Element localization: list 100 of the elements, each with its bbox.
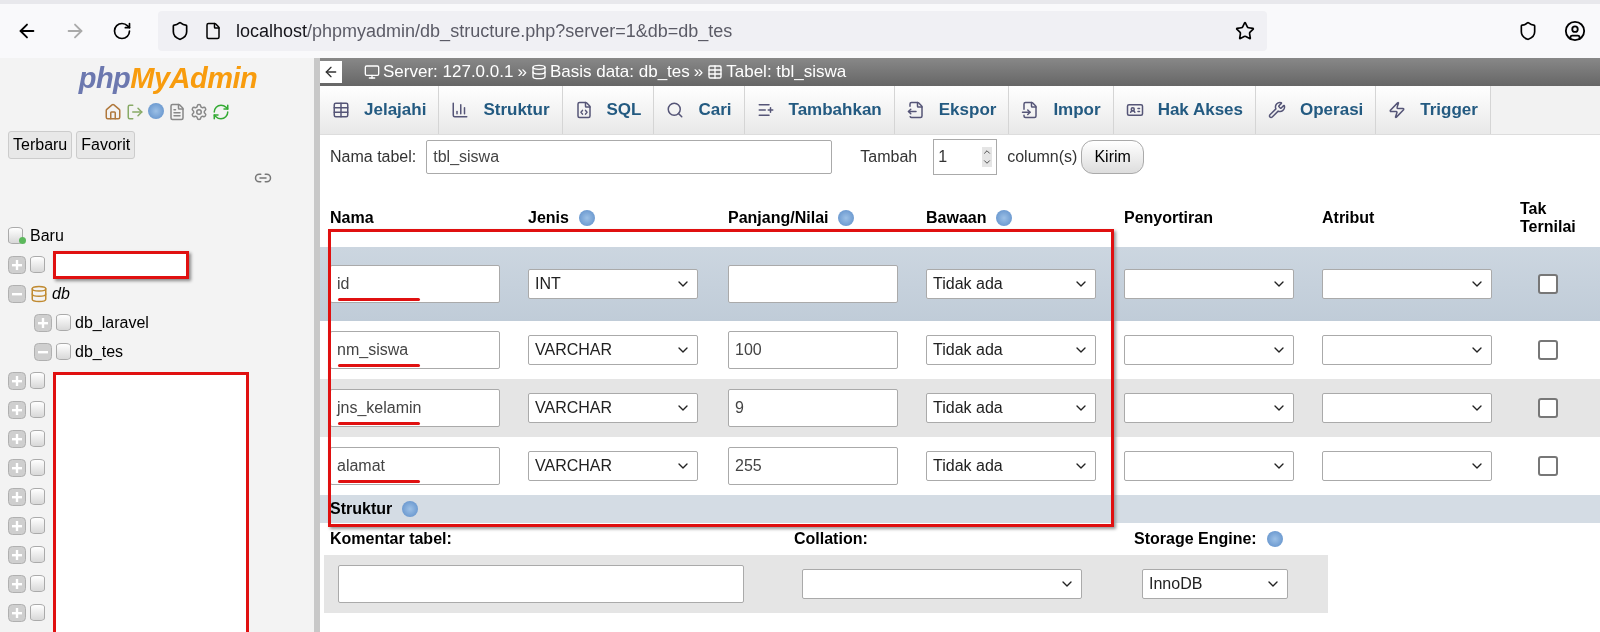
column-count-field[interactable]: 1 (933, 139, 998, 175)
column-header: Tak Ternilai (1520, 200, 1577, 236)
breadcrumb-link[interactable]: Basis data: db_tes (549, 62, 690, 82)
settings-icon[interactable] (190, 103, 208, 121)
tab[interactable]: SQL (562, 86, 655, 134)
type-select[interactable]: VARCHAR (528, 451, 698, 481)
tab[interactable]: Trigger (1376, 86, 1491, 134)
field-label: Collation: (794, 530, 869, 548)
default-select[interactable]: Tidak ada (926, 393, 1096, 423)
expand-toggle-icon[interactable] (8, 458, 26, 477)
collation-select[interactable] (1124, 269, 1294, 299)
column-name-field[interactable]: alamat (330, 447, 500, 485)
spin-up-icon[interactable] (982, 147, 993, 157)
type-select[interactable]: VARCHAR (528, 393, 698, 423)
default-select[interactable]: Tidak ada (926, 269, 1096, 299)
tab[interactable]: Ekspor (894, 86, 1010, 134)
tab[interactable]: Jelajahi (320, 86, 440, 134)
collapse-toggle-icon[interactable] (8, 284, 26, 303)
reload-icon[interactable] (112, 21, 132, 41)
address-bar[interactable]: localhost/phpmyadmin/db_structure.php?server=1&db=db_tes (158, 11, 1267, 51)
table-name-field[interactable]: tbl_siswa (426, 140, 833, 174)
collapse-toggle-icon[interactable] (34, 342, 52, 361)
attribute-select[interactable] (1322, 335, 1492, 365)
plus-dot-icon (19, 237, 26, 244)
length-field[interactable]: 255 (728, 447, 898, 485)
sidebar-button[interactable]: Terbaru (8, 131, 73, 159)
exit-icon[interactable] (126, 103, 144, 121)
attribute-select[interactable] (1322, 269, 1492, 299)
null-checkbox[interactable] (1538, 340, 1558, 360)
collation-select[interactable] (802, 569, 1082, 599)
collation-select[interactable] (1124, 335, 1294, 365)
tab[interactable]: Impor (1009, 86, 1114, 134)
help-icon[interactable] (402, 501, 419, 517)
null-checkbox[interactable] (1538, 398, 1558, 418)
null-checkbox[interactable] (1538, 274, 1558, 294)
length-field[interactable]: 100 (728, 331, 898, 369)
expand-toggle-icon[interactable] (8, 603, 26, 622)
home-icon[interactable] (104, 103, 122, 121)
length-field[interactable]: 9 (728, 389, 898, 427)
help-icon[interactable] (148, 103, 164, 119)
breadcrumb-icon (364, 64, 380, 80)
help-icon[interactable] (838, 210, 855, 226)
expand-toggle-icon[interactable] (8, 371, 26, 390)
column-name-field[interactable]: jns_kelamin (330, 389, 500, 427)
null-checkbox[interactable] (1538, 456, 1558, 476)
field-label: column(s) (1007, 148, 1078, 166)
database-icon (30, 604, 45, 621)
page-icon (204, 22, 222, 40)
tree-item[interactable]: db (52, 284, 70, 303)
breadcrumb-link[interactable]: Server: 127.0.0.1 (383, 62, 514, 82)
length-field[interactable] (728, 265, 898, 303)
column-header: Bawaan (926, 209, 987, 227)
attribute-select[interactable] (1322, 451, 1492, 481)
column-header: Panjang/Nilai (728, 209, 829, 227)
column-header: Atribut (1322, 209, 1375, 227)
expand-toggle-icon[interactable] (8, 487, 26, 506)
tab-icon (666, 101, 685, 119)
database-icon (30, 430, 45, 447)
expand-toggle-icon[interactable] (8, 516, 26, 535)
collation-select[interactable] (1124, 393, 1294, 423)
help-icon[interactable] (1266, 531, 1283, 547)
expand-toggle-icon[interactable] (8, 255, 26, 274)
account-icon[interactable] (1564, 20, 1586, 42)
database-icon (30, 546, 45, 563)
engine-select[interactable]: InnoDB (1142, 569, 1288, 599)
tree-item[interactable]: Baru (30, 226, 64, 245)
column-name-field[interactable]: nm_siswa (330, 331, 500, 369)
tab-icon (332, 101, 350, 119)
default-select[interactable]: Tidak ada (926, 451, 1096, 481)
tab[interactable]: Hak Akses (1113, 86, 1256, 134)
help-icon[interactable] (996, 210, 1013, 226)
bookmark-star-icon[interactable] (1235, 21, 1255, 41)
help-icon[interactable] (578, 210, 595, 226)
shield-icon (170, 21, 190, 41)
spin-down-icon[interactable] (982, 157, 993, 167)
expand-toggle-icon[interactable] (34, 313, 52, 332)
submit-button[interactable]: Kirim (1081, 140, 1144, 174)
breadcrumb-link[interactable]: Tabel: tbl_siswa (726, 62, 847, 82)
database-icon (56, 314, 71, 331)
tab-icon (1388, 101, 1407, 119)
column-name-field[interactable]: id (330, 265, 500, 303)
tab[interactable]: Cari (654, 86, 745, 134)
expand-toggle-icon[interactable] (8, 574, 26, 593)
tab[interactable]: Tambahkan (744, 86, 895, 134)
collation-select[interactable] (1124, 451, 1294, 481)
tree-item[interactable]: db_tes (75, 342, 124, 361)
default-select[interactable]: Tidak ada (926, 335, 1096, 365)
tree-item[interactable]: db_laravel (75, 313, 149, 332)
type-select[interactable]: INT (528, 269, 698, 299)
expand-toggle-icon[interactable] (8, 545, 26, 564)
attribute-select[interactable] (1322, 393, 1492, 423)
breadcrumb-icon (707, 64, 724, 80)
sidebar-button[interactable]: Favorit (76, 131, 136, 159)
expand-toggle-icon[interactable] (8, 429, 26, 448)
type-select[interactable]: VARCHAR (528, 335, 698, 365)
tab[interactable]: Struktur (439, 86, 563, 134)
comment-field[interactable] (338, 565, 744, 603)
expand-toggle-icon[interactable] (8, 400, 26, 419)
tab[interactable]: Operasi (1256, 86, 1377, 134)
document-icon[interactable] (168, 103, 186, 121)
